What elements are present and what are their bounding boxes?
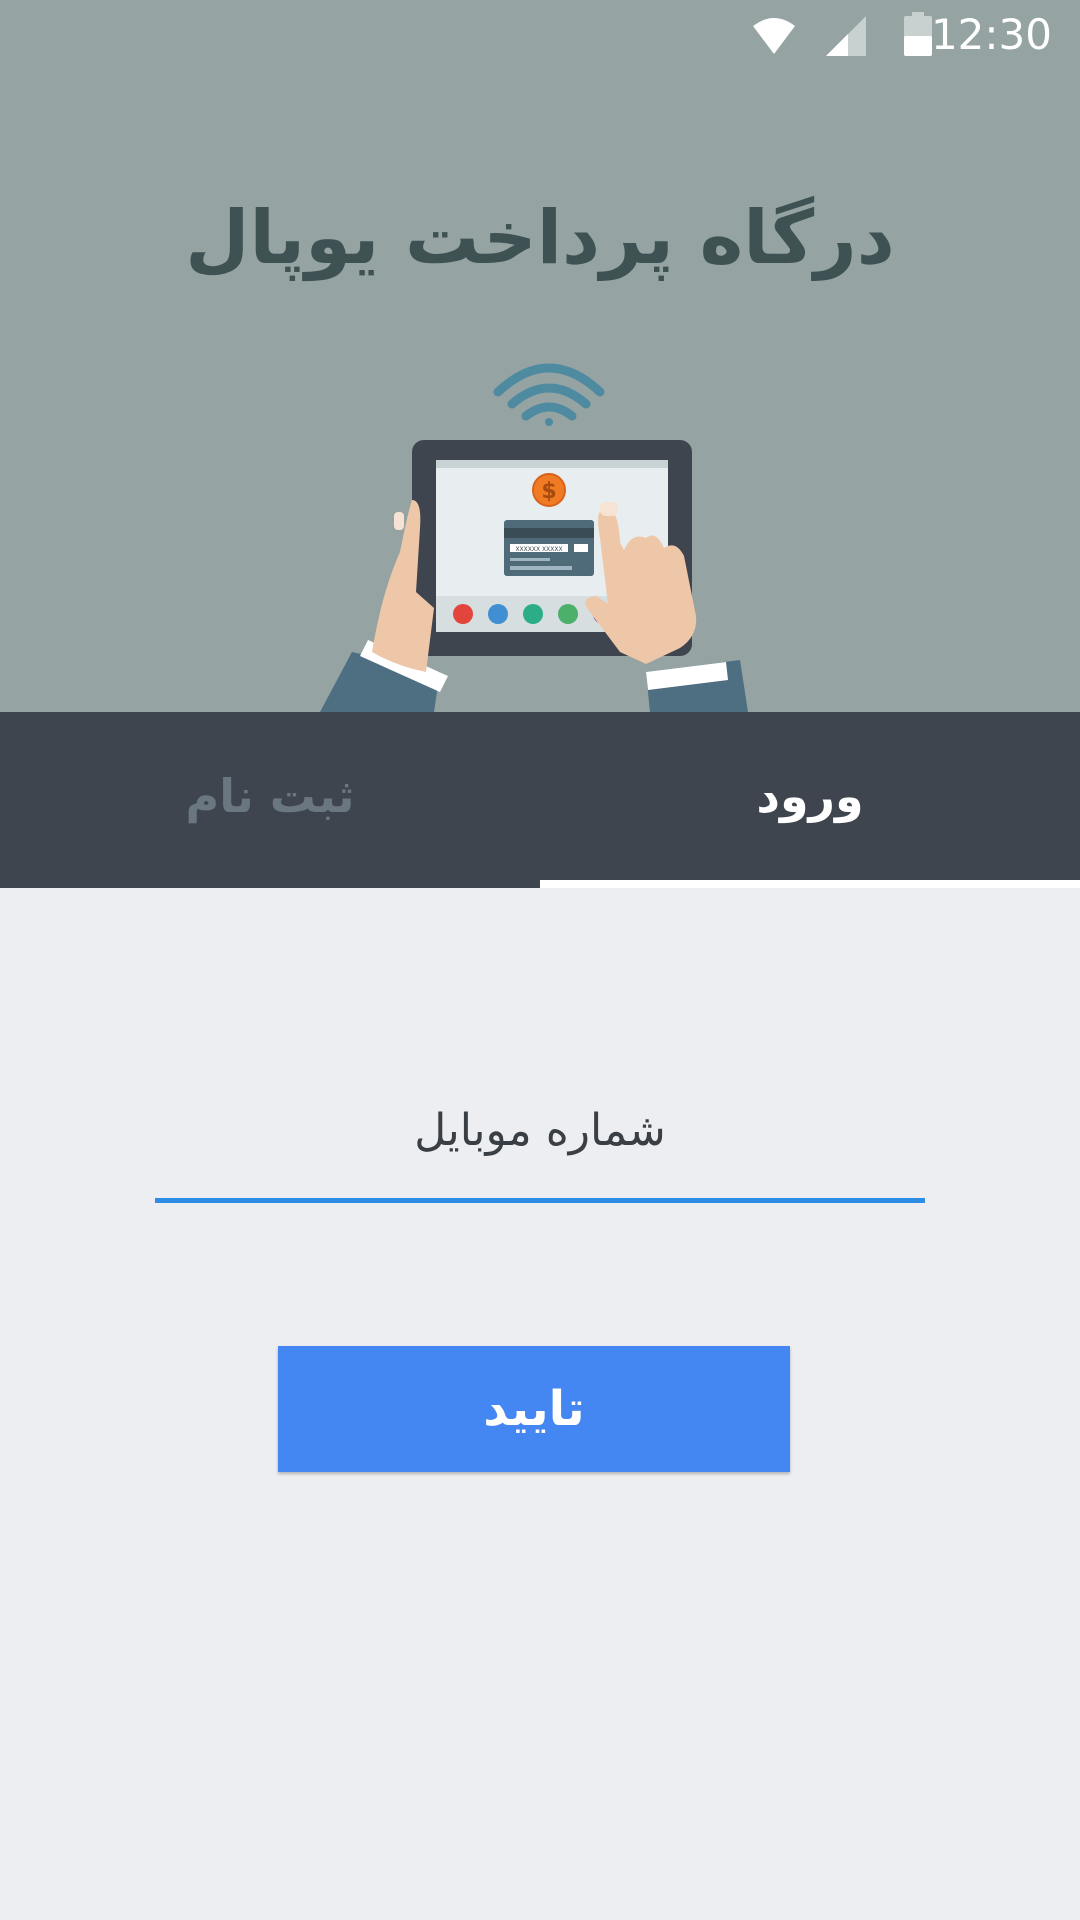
battery-icon: [904, 12, 932, 56]
app-title: درگاه پرداخت یوپال: [185, 195, 895, 281]
tab-register[interactable]: ثبت نام: [0, 712, 540, 888]
clock: 12:30: [930, 10, 1052, 59]
coin-symbol: $: [541, 479, 556, 504]
mobile-number-input[interactable]: [155, 1080, 925, 1180]
mobile-field: [155, 1080, 925, 1203]
cell-signal-icon: [826, 16, 866, 56]
wireless-icon: [493, 363, 605, 426]
tab-login[interactable]: ورود: [540, 712, 1080, 888]
wifi-icon: [753, 18, 795, 54]
card-number: XXXXXX XXXXX: [515, 546, 562, 553]
credit-card-icon: XXXXXX XXXXX: [504, 520, 594, 576]
header: 12:30 درگاه پرداخت یوپال $ XXXXXX XXXXX: [0, 0, 1080, 712]
tab-bar: ورود ثبت نام: [0, 712, 1080, 888]
status-bar: 12:30: [0, 0, 1080, 72]
tab-indicator: [540, 880, 1080, 888]
mobile-field-underline: [155, 1198, 925, 1203]
payment-illustration: $ XXXXXX XXXXX: [320, 363, 748, 712]
dollar-coin-icon: $: [532, 473, 566, 507]
confirm-button[interactable]: تایید: [278, 1346, 790, 1472]
